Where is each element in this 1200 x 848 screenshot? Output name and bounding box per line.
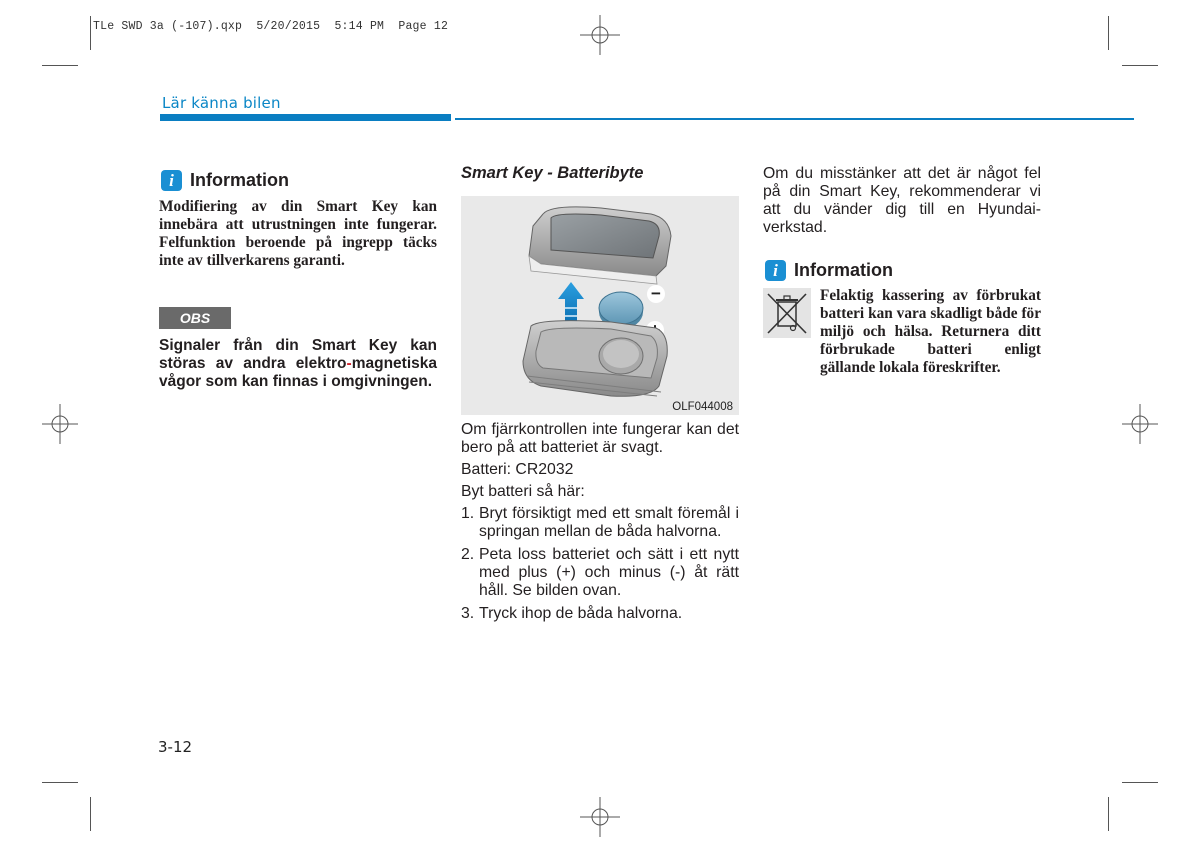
crop-mark (42, 782, 78, 783)
battery-type: Batteri: CR2032 (461, 461, 574, 478)
key-upper-shell (528, 206, 672, 285)
smart-key-battery-figure: − + OLF044008 (461, 196, 739, 415)
crop-mark (1108, 797, 1109, 831)
info-title: Information (794, 260, 893, 280)
steps-heading: Byt batteri så här: (461, 483, 585, 500)
step-item: 2. Peta loss batteriet och sätt i ett nyt… (461, 546, 739, 600)
step-number: 2. (461, 546, 475, 563)
registration-mark-top (580, 15, 620, 55)
info-title: Information (190, 170, 289, 190)
battery-change-body: Om fjärrkontrollen inte fungerar kan det… (461, 421, 739, 628)
battery-change-title: Smart Key - Batteribyte (461, 164, 644, 182)
registration-mark-bottom (580, 797, 620, 837)
print-slug: TLe SWD 3a (-107).qxp 5/20/2015 5:14 PM … (93, 20, 449, 33)
obs-text: Signaler från din Smart Key kan störas a… (159, 337, 437, 391)
crop-mark (1108, 16, 1109, 50)
steps-list: 1. Bryt försiktigt med ett smalt föremål … (461, 505, 739, 623)
minus-label: − (651, 284, 661, 303)
service-advice-text: Om du misstänker att det är något fel på… (763, 165, 1041, 236)
section-title: Lär känna bilen (162, 94, 281, 112)
header-rule-thin (455, 118, 1134, 120)
info-text-left: Modifiering av din Smart Key kan innebär… (159, 198, 437, 269)
info-heading-left: i Information (161, 170, 289, 191)
registration-mark-right (1122, 404, 1158, 444)
info-heading-right: i Information (765, 260, 893, 281)
crop-mark (1122, 65, 1158, 66)
obs-label: OBS (159, 307, 231, 329)
step-item: 3. Tryck ihop de båda halvorna. (461, 605, 739, 623)
step-item: 1. Bryt försiktigt med ett smalt föremål … (461, 505, 739, 541)
crossed-out-wheelie-bin-icon (763, 288, 811, 338)
figure-caption: OLF044008 (672, 401, 733, 413)
crop-mark (42, 65, 78, 66)
key-lower-shell (522, 320, 668, 397)
step-text: Peta loss batteriet och sätt i ett nytt … (479, 546, 739, 599)
crop-mark (90, 797, 91, 831)
page-number: 3-12 (158, 738, 193, 756)
registration-mark-left (42, 404, 78, 444)
info-icon: i (161, 170, 182, 191)
step-text: Bryt försiktigt med ett smalt föremål i … (479, 505, 739, 540)
crop-mark (1122, 782, 1158, 783)
lift-arrow-icon (558, 282, 584, 326)
smart-key-illustration: − + OLF044008 (522, 206, 733, 413)
step-number: 1. (461, 505, 475, 522)
crop-mark (90, 16, 91, 50)
info-icon: i (765, 260, 786, 281)
info-text-right: Felaktig kassering av förbrukat batteri … (820, 287, 1041, 376)
header-rule-thick (160, 114, 451, 121)
step-text: Tryck ihop de båda halvorna. (479, 605, 683, 622)
intro-text: Om fjärrkontrollen inte fungerar kan det… (461, 421, 739, 456)
step-number: 3. (461, 605, 475, 622)
